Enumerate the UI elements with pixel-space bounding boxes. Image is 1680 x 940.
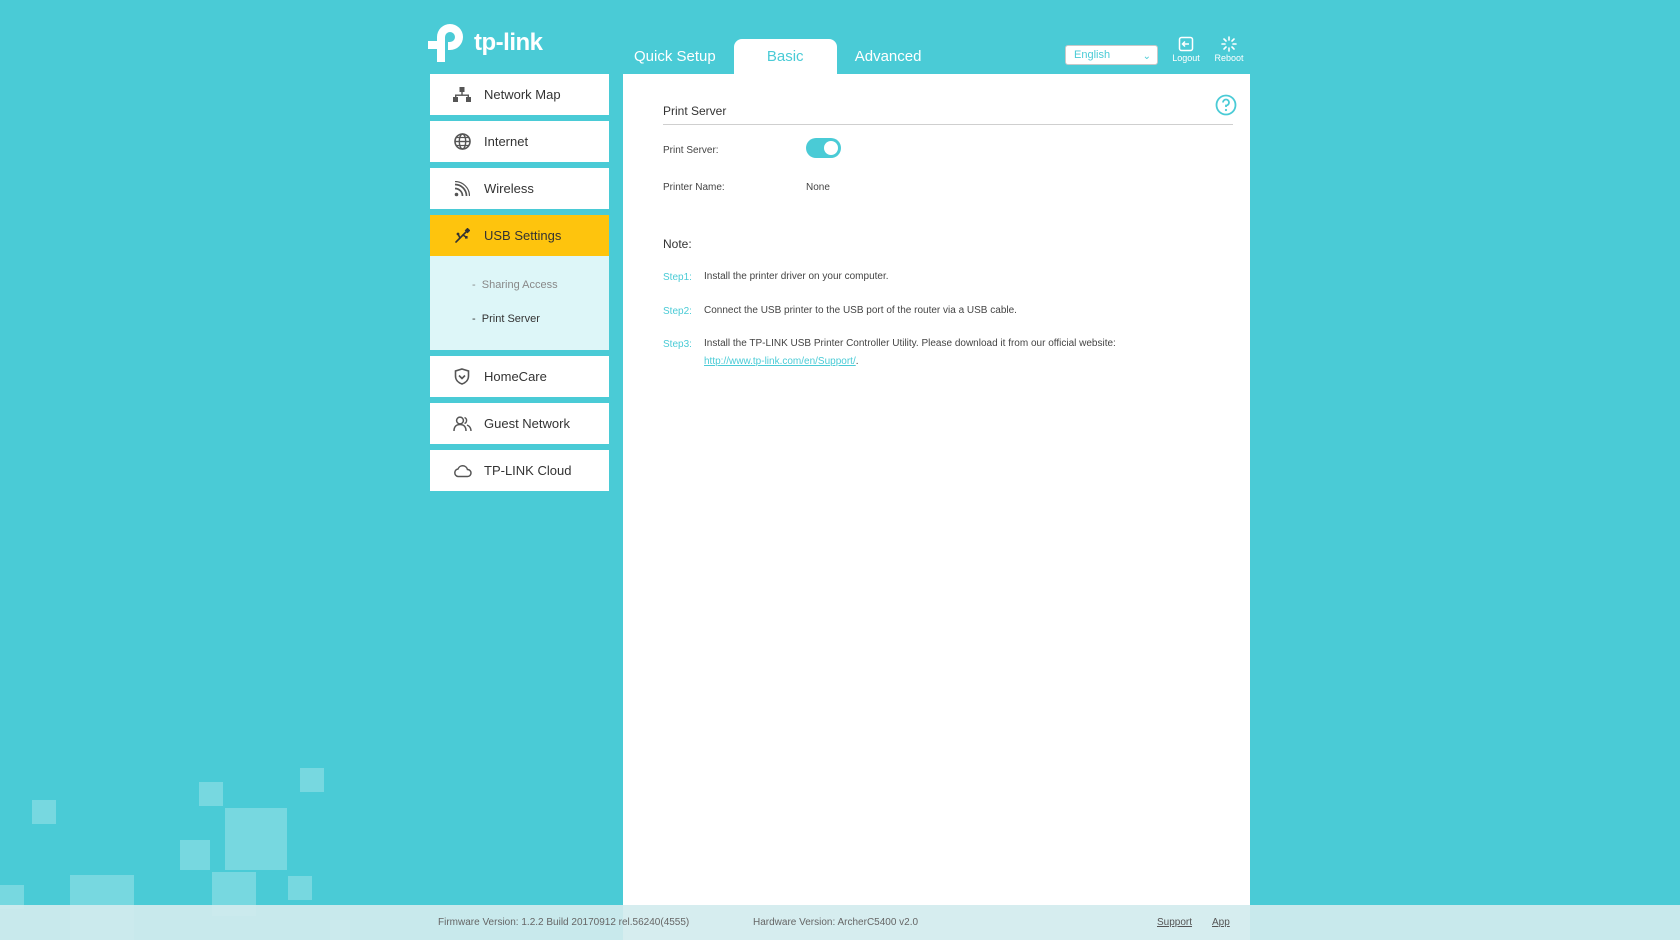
content-panel: Print Server Print Server: Printer Name:… bbox=[623, 74, 1250, 940]
tp-link-logo: tp-link bbox=[428, 22, 543, 64]
step-text: Install the printer driver on your compu… bbox=[704, 271, 889, 282]
sidebar-item-label: Wireless bbox=[484, 181, 534, 196]
step-label: Step3: bbox=[663, 339, 692, 350]
submenu-item-print-server[interactable]: - Print Server bbox=[430, 312, 609, 346]
support-link[interactable]: Support bbox=[1157, 917, 1192, 928]
usb-submenu: - Sharing Access - Print Server bbox=[430, 256, 609, 350]
firmware-version: Firmware Version: 1.2.2 Build 20170912 r… bbox=[438, 917, 690, 928]
logout-icon bbox=[1178, 36, 1194, 52]
hardware-version: Hardware Version: ArcherC5400 v2.0 bbox=[753, 917, 919, 928]
step-suffix: . bbox=[855, 356, 859, 367]
decorative-square bbox=[32, 800, 56, 824]
tab-basic[interactable]: Basic bbox=[733, 39, 837, 74]
tp-link-logo-icon bbox=[428, 22, 470, 64]
step-text: Connect the USB printer to the USB port … bbox=[704, 305, 1017, 316]
submenu-item-label: Sharing Access bbox=[481, 279, 558, 291]
step-text: Install the TP-LINK USB Printer Controll… bbox=[704, 338, 1116, 349]
note-step: Step2: Connect the USB printer to the US… bbox=[663, 305, 1194, 320]
submenu-item-sharing-access[interactable]: - Sharing Access bbox=[430, 278, 609, 312]
sidebar-item-guest-network[interactable]: Guest Network bbox=[430, 403, 609, 444]
print-server-toggle[interactable] bbox=[806, 138, 841, 158]
cloud-icon bbox=[452, 461, 472, 481]
decorative-square bbox=[288, 876, 312, 900]
footer: Firmware Version: 1.2.2 Build 20170912 r… bbox=[0, 905, 1680, 940]
note-step: Step3: Install the TP-LINK USB Printer C… bbox=[663, 338, 1194, 371]
step-label: Step2: bbox=[663, 306, 692, 317]
logout-label: Logout bbox=[1172, 53, 1200, 63]
sidebar-item-label: USB Settings bbox=[484, 228, 562, 243]
sidebar-item-label: Guest Network bbox=[484, 416, 570, 431]
note-step: Step1: Install the printer driver on you… bbox=[663, 271, 1194, 286]
submenu-item-label: Print Server bbox=[481, 313, 540, 325]
support-download-link[interactable]: http://www.tp-link.com/en/Support/ bbox=[704, 356, 856, 367]
decorative-square bbox=[199, 782, 223, 806]
step-text-container: Install the TP-LINK USB Printer Controll… bbox=[704, 335, 1194, 371]
printer-name-label: Printer Name: bbox=[663, 182, 725, 193]
sidebar-item-tp-link-cloud[interactable]: TP-LINK Cloud bbox=[430, 450, 609, 491]
top-nav: Quick Setup Basic Advanced bbox=[620, 39, 935, 74]
reboot-label: Reboot bbox=[1214, 53, 1244, 63]
tab-advanced[interactable]: Advanced bbox=[841, 39, 936, 74]
sidebar: Network Map Internet Wireless USB Settin… bbox=[430, 74, 609, 497]
decorative-square bbox=[180, 840, 210, 870]
language-select[interactable]: English ⌄ bbox=[1065, 45, 1158, 65]
note-title: Note: bbox=[663, 237, 692, 251]
sidebar-item-label: TP-LINK Cloud bbox=[484, 463, 572, 478]
sidebar-item-usb-settings[interactable]: USB Settings bbox=[430, 215, 609, 256]
logout-button[interactable]: Logout bbox=[1166, 36, 1206, 63]
step-label: Step1: bbox=[663, 272, 692, 283]
reboot-icon bbox=[1221, 36, 1237, 52]
sidebar-item-label: HomeCare bbox=[484, 369, 547, 384]
sidebar-item-label: Network Map bbox=[484, 87, 561, 102]
language-select-value: English bbox=[1074, 49, 1111, 61]
usb-icon bbox=[452, 226, 472, 246]
sidebar-item-network-map[interactable]: Network Map bbox=[430, 74, 609, 115]
logo-text: tp-link bbox=[474, 29, 543, 56]
decorative-square bbox=[300, 768, 324, 792]
guest-icon bbox=[452, 414, 472, 434]
shield-icon bbox=[452, 367, 472, 387]
network-map-icon bbox=[452, 85, 472, 105]
tab-quick-setup[interactable]: Quick Setup bbox=[620, 39, 730, 74]
sidebar-item-homecare[interactable]: HomeCare bbox=[430, 356, 609, 397]
section-title: Print Server bbox=[663, 104, 1233, 125]
print-server-label: Print Server: bbox=[663, 145, 719, 156]
wireless-icon bbox=[452, 179, 472, 199]
reboot-button[interactable]: Reboot bbox=[1209, 36, 1249, 63]
app-link[interactable]: App bbox=[1212, 917, 1230, 928]
sidebar-item-label: Internet bbox=[484, 134, 529, 149]
globe-icon bbox=[452, 132, 472, 152]
toggle-knob bbox=[824, 141, 838, 155]
chevron-down-icon: ⌄ bbox=[1142, 51, 1151, 62]
sidebar-item-internet[interactable]: Internet bbox=[430, 121, 609, 162]
sidebar-item-wireless[interactable]: Wireless bbox=[430, 168, 609, 209]
decorative-square bbox=[225, 808, 287, 870]
printer-name-value: None bbox=[806, 182, 830, 193]
